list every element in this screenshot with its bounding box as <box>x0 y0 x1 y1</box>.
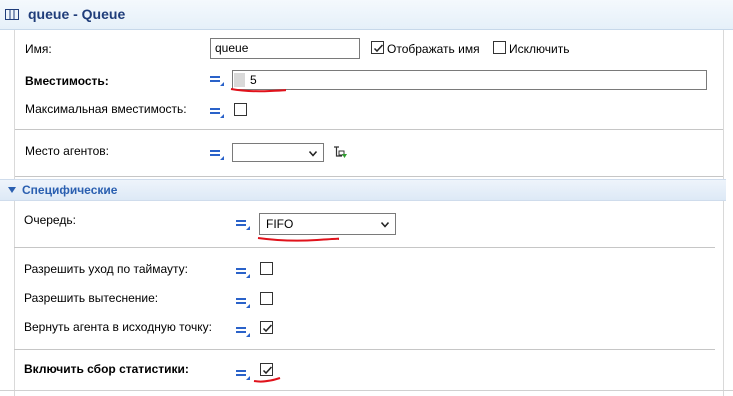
equals-icon[interactable] <box>236 366 250 380</box>
equals-icon[interactable] <box>210 146 224 160</box>
equals-icon[interactable] <box>236 294 250 308</box>
queue-select[interactable]: FIFO <box>259 213 396 235</box>
queue-value: FIFO <box>266 217 294 231</box>
checkmark-icon <box>262 324 273 333</box>
capacity-input[interactable]: 5 <box>232 70 707 90</box>
equals-icon[interactable] <box>210 72 224 86</box>
equals-icon[interactable] <box>236 264 250 278</box>
section-specific[interactable]: Специфические <box>0 179 726 201</box>
equals-icon[interactable] <box>236 216 250 230</box>
name-label: Имя: <box>25 42 52 56</box>
page-title: queue - Queue <box>28 6 126 22</box>
timeout-checkbox[interactable] <box>260 262 273 275</box>
table-icon <box>5 9 19 20</box>
max-capacity-checkbox[interactable] <box>234 103 247 116</box>
capacity-label: Вместимость: <box>25 74 109 88</box>
max-capacity-label: Максимальная вместимость: <box>25 102 187 116</box>
red-underline-annotation <box>257 237 339 242</box>
timeout-label: Разрешить уход по таймауту: <box>24 262 189 276</box>
agent-location-select[interactable] <box>232 143 324 162</box>
divider <box>15 176 723 177</box>
chevron-down-icon <box>381 222 389 228</box>
section-specific-label: Специфические <box>22 183 118 197</box>
queue-label: Очередь: <box>24 213 76 227</box>
equals-icon[interactable] <box>236 323 250 337</box>
bottom-border <box>0 390 733 391</box>
name-input[interactable]: queue <box>210 38 360 59</box>
editor-title-bar: queue - Queue <box>0 0 733 30</box>
divider <box>14 247 715 248</box>
return-agent-label: Вернуть агента в исходную точку: <box>24 320 212 334</box>
location-picker-icon[interactable] <box>333 145 348 160</box>
show-name-checkbox[interactable] <box>371 41 384 54</box>
field-mode-indicator <box>234 73 245 87</box>
collapse-triangle-icon <box>8 187 16 193</box>
equals-icon[interactable] <box>210 104 224 118</box>
chevron-down-icon <box>309 151 317 157</box>
statistics-label: Включить сбор статистики: <box>24 362 189 376</box>
divider <box>14 349 715 350</box>
preemption-label: Разрешить вытеснение: <box>24 291 159 305</box>
return-agent-checkbox[interactable] <box>260 321 273 334</box>
red-underline-annotation <box>253 377 281 383</box>
divider <box>15 129 723 130</box>
exclude-label: Исключить <box>509 42 570 56</box>
agent-location-label: Место агентов: <box>25 144 110 158</box>
red-underline-annotation <box>230 88 286 93</box>
preemption-checkbox[interactable] <box>260 292 273 305</box>
show-name-label: Отображать имя <box>387 42 480 56</box>
checkmark-icon <box>373 44 384 53</box>
exclude-checkbox[interactable] <box>493 41 506 54</box>
